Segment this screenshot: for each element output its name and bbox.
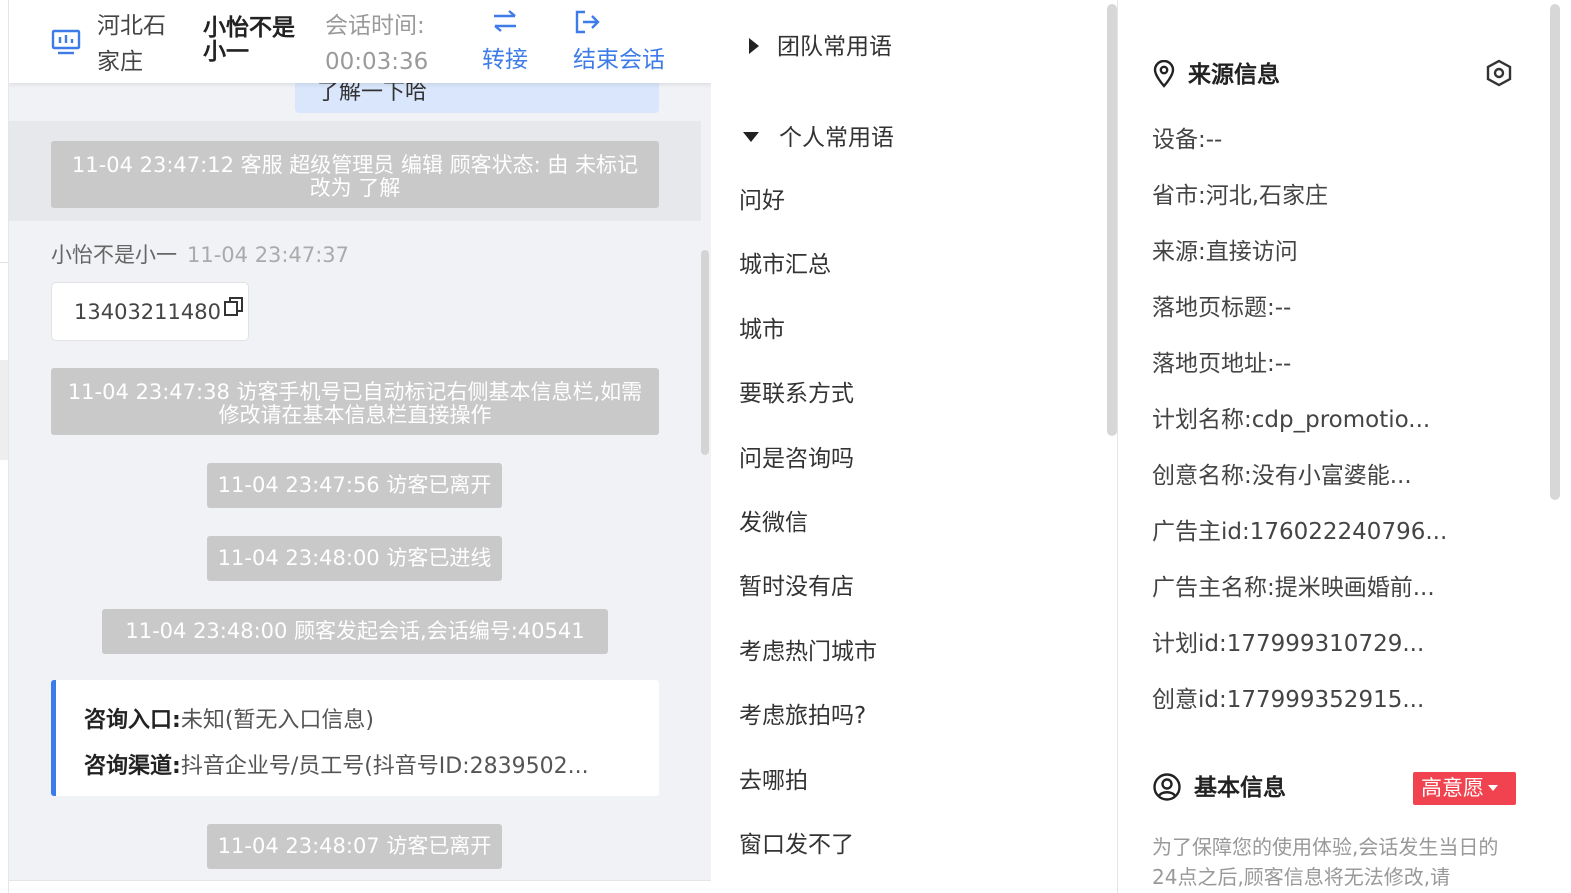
session-time-value: 00:03:36: [325, 49, 429, 75]
visitor-name: 小怡不是小一: [203, 15, 295, 65]
source-field: 广告主id:176022240796...: [1152, 519, 1448, 545]
system-message: 11-04 23:47:38 访客手机号已自动标记右侧基本信息栏,如需修改请在基…: [51, 368, 659, 435]
entry-value: 未知(暂无入口信息): [180, 708, 374, 733]
system-message: 11-04 23:48:00 访客已进线: [207, 536, 502, 581]
caret-down-icon: [1488, 784, 1498, 791]
source-field: 来源:直接访问: [1152, 239, 1298, 265]
phrase-item[interactable]: 考虑热门城市: [739, 636, 877, 700]
info-scrollbar[interactable]: [1550, 4, 1560, 500]
input-area-edge: [9, 880, 711, 893]
group-label: 个人常用语: [779, 125, 894, 151]
visitor-message-bubble: 13403211480: [51, 282, 249, 341]
team-phrases-group[interactable]: 团队常用语: [741, 32, 892, 62]
message-meta: 小怡不是小一 11-04 23:47:37: [51, 240, 349, 270]
phrase-item[interactable]: 城市汇总: [739, 249, 877, 313]
channel-label: 咨询渠道:: [84, 754, 181, 779]
monitor-icon: [51, 28, 81, 56]
quick-phrases-panel: 团队常用语 个人常用语 问好 城市汇总 城市 要联系方式 问是咨询吗 发微信 暂…: [711, 0, 1118, 893]
basic-info-header: 基本信息: [1152, 772, 1286, 803]
collapse-handle[interactable]: [0, 360, 8, 460]
phrase-item[interactable]: 暂时没有店: [739, 571, 877, 635]
divider: [0, 262, 8, 263]
phrase-item[interactable]: 考虑旅拍吗?: [739, 700, 877, 764]
settings-icon[interactable]: [1484, 58, 1514, 88]
personal-phrases-group[interactable]: 个人常用语: [741, 123, 894, 153]
source-field: 计划名称:cdp_promotio...: [1152, 407, 1431, 433]
channel-row: 咨询渠道:抖音企业号/员工号(抖音号ID:2839502...: [84, 744, 634, 790]
triangle-right-icon: [749, 37, 759, 54]
end-session-button[interactable]: 结束会话: [573, 8, 673, 78]
source-field: 落地页地址:--: [1152, 351, 1292, 377]
system-message: 11-04 23:47:56 访客已离开: [207, 463, 502, 508]
system-message: 11-04 23:48:00 顾客发起会话,会话编号:40541: [102, 609, 608, 654]
system-message: 11-04 23:47:12 客服 超级管理员 编辑 顾客状态: 由 未标记 改…: [51, 141, 659, 208]
channel-value: 抖音企业号/员工号(抖音号ID:2839502...: [180, 754, 589, 779]
phrase-list: 问好 城市汇总 城市 要联系方式 问是咨询吗 发微信 暂时没有店 考虑热门城市 …: [739, 185, 877, 893]
section-title: 基本信息: [1194, 775, 1286, 801]
phrase-item[interactable]: 要联系方式: [739, 378, 877, 442]
source-info-list: 设备:-- 省市:河北,石家庄 来源:直接访问 落地页标题:-- 落地页地址:-…: [1152, 124, 1447, 740]
source-field: 设备:--: [1152, 127, 1223, 153]
phrase-item[interactable]: 问好: [739, 185, 877, 249]
section-title: 来源信息: [1188, 62, 1280, 88]
phrase-item[interactable]: 城市: [739, 314, 877, 378]
sender-name: 小怡不是小一: [51, 243, 177, 267]
entry-info-card: 咨询入口:未知(暂无入口信息) 咨询渠道:抖音企业号/员工号(抖音号ID:283…: [51, 680, 659, 796]
system-message: 11-04 23:48:07 访客已离开: [207, 824, 502, 869]
chat-panel: 了解一下哈 11-04 23:47:12 客服 超级管理员 编辑 顾客状态: 由…: [8, 0, 711, 893]
customer-info-panel: 来源信息 设备:-- 省市:河北,石家庄 来源:直接访问 落地页标题:-- 落地…: [1118, 0, 1571, 893]
phrase-item[interactable]: 问是咨询吗: [739, 443, 877, 507]
chat-header: 河北石家庄 小怡不是小一 会话时间: 00:03:36 转接 结束会话: [9, 0, 711, 83]
basic-info-note: 为了保障您的使用体验,会话发生当日的24点之后,顾客信息将无法修改,请: [1152, 835, 1499, 889]
transfer-icon: [477, 8, 533, 42]
message-text: 13403211480: [74, 300, 221, 324]
logout-icon: [573, 8, 603, 42]
session-time-label: 会话时间:: [325, 13, 425, 39]
visitor-location: 河北石家庄: [97, 13, 166, 75]
source-field: 广告主名称:提米映画婚前...: [1152, 575, 1435, 601]
left-gutter: [0, 0, 8, 893]
group-label: 团队常用语: [777, 34, 892, 60]
chat-scrollbar[interactable]: [701, 250, 709, 455]
transfer-label: 转接: [482, 47, 528, 73]
source-field: 落地页标题:--: [1152, 295, 1292, 321]
phrase-item[interactable]: 窗口发不了: [739, 829, 877, 893]
source-field: 计划id:177999310729...: [1152, 631, 1425, 657]
phrase-item[interactable]: 发微信: [739, 507, 877, 571]
end-session-label: 结束会话: [573, 47, 665, 73]
entry-row: 咨询入口:未知(暂无入口信息): [84, 698, 634, 744]
user-circle-icon: [1153, 772, 1181, 801]
source-field: 创意id:177999352915...: [1152, 687, 1425, 713]
source-info-header: 来源信息: [1152, 59, 1280, 90]
intent-label: 高意愿: [1421, 776, 1484, 800]
phrases-scrollbar[interactable]: [1107, 4, 1117, 436]
source-field: 创意名称:没有小富婆能...: [1152, 463, 1412, 489]
transfer-button[interactable]: 转接: [477, 8, 533, 78]
message-text: 了解一下哈: [317, 80, 428, 105]
intent-level-dropdown[interactable]: 高意愿: [1413, 772, 1516, 805]
source-field: 省市:河北,石家庄: [1152, 183, 1329, 209]
copy-icon[interactable]: [223, 282, 245, 341]
message-time: 11-04 23:47:37: [187, 243, 350, 267]
phrase-item[interactable]: 去哪拍: [739, 765, 877, 829]
location-pin-icon: [1153, 59, 1175, 88]
entry-label: 咨询入口:: [84, 708, 181, 733]
triangle-down-icon: [743, 131, 759, 142]
